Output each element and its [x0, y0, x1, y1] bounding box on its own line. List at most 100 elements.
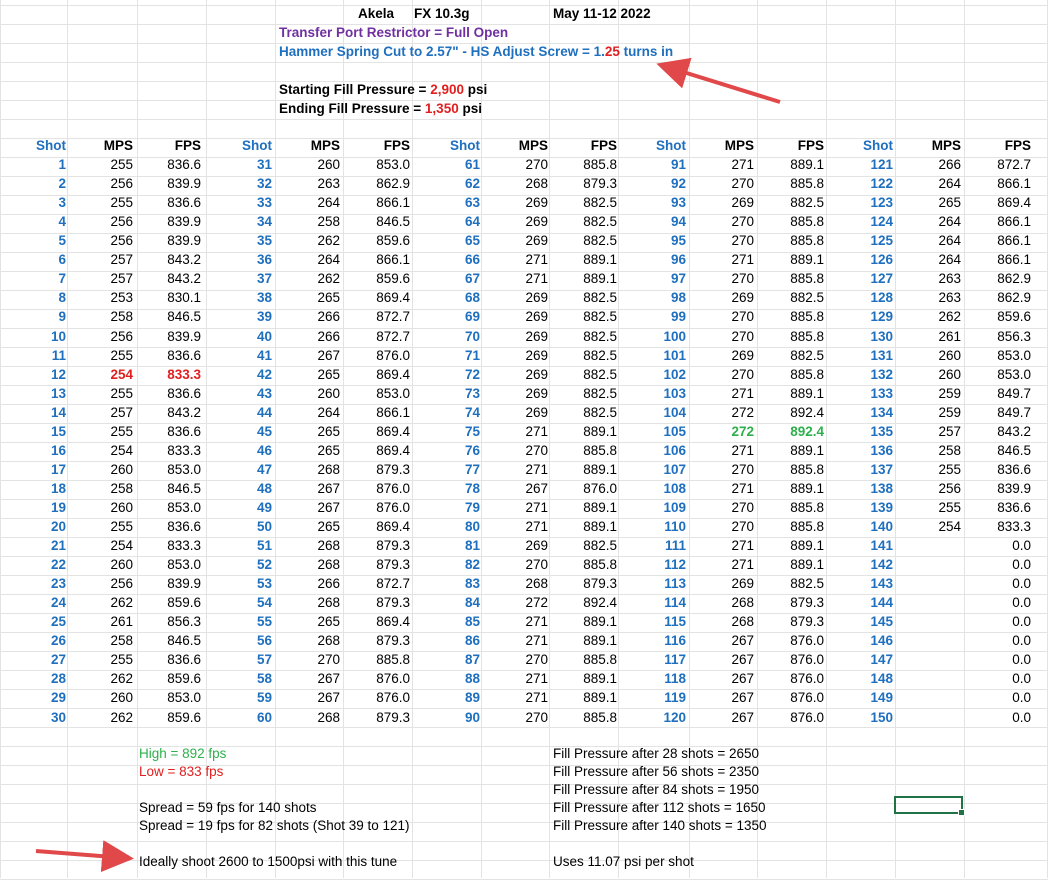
- shot-number-cell[interactable]: 77: [410, 460, 480, 479]
- fps-cell[interactable]: 853.0: [133, 688, 201, 707]
- shot-number-cell[interactable]: 140: [824, 517, 893, 536]
- shot-number-cell[interactable]: 87: [410, 650, 480, 669]
- shot-number-cell[interactable]: 95: [617, 231, 686, 250]
- fps-cell[interactable]: 853.0: [133, 555, 201, 574]
- fps-cell[interactable]: 0.0: [961, 612, 1031, 631]
- fps-cell[interactable]: 0.0: [961, 631, 1031, 650]
- mps-cell[interactable]: 271: [686, 479, 754, 498]
- fps-cell[interactable]: 879.3: [340, 593, 410, 612]
- shot-number-cell[interactable]: 59: [201, 688, 272, 707]
- shot-number-cell[interactable]: 66: [410, 250, 480, 269]
- mps-cell[interactable]: 271: [480, 688, 548, 707]
- fps-cell[interactable]: 885.8: [754, 231, 824, 250]
- fill-pressure-84[interactable]: Fill Pressure after 84 shots = 1950: [553, 780, 759, 799]
- shot-number-cell[interactable]: 79: [410, 498, 480, 517]
- mps-cell[interactable]: 265: [272, 365, 340, 384]
- shot-number-cell[interactable]: 112: [617, 555, 686, 574]
- fps-cell[interactable]: 833.3: [133, 441, 201, 460]
- mps-cell[interactable]: 269: [686, 346, 754, 365]
- mps-cell[interactable]: 259: [893, 384, 961, 403]
- fill-handle[interactable]: [958, 809, 965, 816]
- shot-number-cell[interactable]: 108: [617, 479, 686, 498]
- fps-cell[interactable]: 836.6: [133, 422, 201, 441]
- shot-number-cell[interactable]: 39: [201, 307, 272, 326]
- fps-cell[interactable]: 833.3: [133, 536, 201, 555]
- shot-number-cell[interactable]: 51: [201, 536, 272, 555]
- shot-header[interactable]: Shot: [617, 136, 686, 155]
- mps-cell[interactable]: [893, 574, 961, 593]
- fps-cell[interactable]: 892.4: [754, 422, 824, 441]
- mps-cell[interactable]: 270: [686, 498, 754, 517]
- mps-cell[interactable]: 258: [272, 212, 340, 231]
- shot-number-cell[interactable]: 35: [201, 231, 272, 250]
- shot-number-cell[interactable]: 144: [824, 593, 893, 612]
- mps-cell[interactable]: 271: [480, 612, 548, 631]
- shot-number-cell[interactable]: 40: [201, 327, 272, 346]
- shot-number-cell[interactable]: 100: [617, 327, 686, 346]
- fps-cell[interactable]: 879.3: [340, 460, 410, 479]
- shot-number-cell[interactable]: 107: [617, 460, 686, 479]
- shot-header[interactable]: Shot: [201, 136, 272, 155]
- mps-header[interactable]: MPS: [66, 136, 133, 155]
- shot-number-cell[interactable]: 75: [410, 422, 480, 441]
- fps-cell[interactable]: 885.8: [548, 155, 617, 174]
- shot-number-cell[interactable]: 2: [0, 174, 66, 193]
- test-date[interactable]: May 11-12 2022: [553, 4, 651, 23]
- shot-number-cell[interactable]: 80: [410, 517, 480, 536]
- mps-cell[interactable]: 269: [480, 384, 548, 403]
- mps-cell[interactable]: 262: [272, 231, 340, 250]
- shot-number-cell[interactable]: 21: [0, 536, 66, 555]
- fps-cell[interactable]: 889.1: [548, 269, 617, 288]
- fps-cell[interactable]: 843.2: [133, 403, 201, 422]
- mps-cell[interactable]: 264: [893, 250, 961, 269]
- fps-cell[interactable]: 846.5: [133, 631, 201, 650]
- fps-cell[interactable]: 889.1: [548, 669, 617, 688]
- shot-number-cell[interactable]: 13: [0, 384, 66, 403]
- shot-number-cell[interactable]: 146: [824, 631, 893, 650]
- mps-cell[interactable]: 267: [686, 669, 754, 688]
- fps-cell[interactable]: 885.8: [340, 650, 410, 669]
- fps-cell[interactable]: 839.9: [133, 212, 201, 231]
- mps-header[interactable]: MPS: [480, 136, 548, 155]
- shot-number-cell[interactable]: 104: [617, 403, 686, 422]
- fps-cell[interactable]: 859.6: [133, 708, 201, 727]
- mps-cell[interactable]: 268: [686, 593, 754, 612]
- mps-cell[interactable]: 264: [893, 212, 961, 231]
- mps-cell[interactable]: 264: [893, 174, 961, 193]
- shot-number-cell[interactable]: 127: [824, 269, 893, 288]
- shot-number-cell[interactable]: 98: [617, 288, 686, 307]
- shot-number-cell[interactable]: 132: [824, 365, 893, 384]
- shot-number-cell[interactable]: 43: [201, 384, 272, 403]
- starting-fill-pressure[interactable]: Starting Fill Pressure = 2,900 psi: [279, 80, 487, 99]
- mps-cell[interactable]: 262: [66, 669, 133, 688]
- mps-cell[interactable]: 265: [272, 517, 340, 536]
- shot-number-cell[interactable]: 133: [824, 384, 893, 403]
- mps-cell[interactable]: 264: [272, 193, 340, 212]
- fps-cell[interactable]: 0.0: [961, 574, 1031, 593]
- mps-cell[interactable]: 255: [66, 193, 133, 212]
- shot-header[interactable]: Shot: [824, 136, 893, 155]
- mps-cell[interactable]: 271: [480, 517, 548, 536]
- shot-number-cell[interactable]: 117: [617, 650, 686, 669]
- fps-cell[interactable]: 856.3: [961, 327, 1031, 346]
- mps-cell[interactable]: [893, 612, 961, 631]
- pellet-name[interactable]: FX 10.3g: [414, 4, 470, 23]
- fps-cell[interactable]: 885.8: [754, 269, 824, 288]
- shot-number-cell[interactable]: 148: [824, 669, 893, 688]
- fps-cell[interactable]: 885.8: [754, 517, 824, 536]
- fps-cell[interactable]: 869.4: [340, 441, 410, 460]
- mps-cell[interactable]: 260: [893, 365, 961, 384]
- fps-cell[interactable]: 836.6: [133, 517, 201, 536]
- mps-cell[interactable]: 254: [893, 517, 961, 536]
- mps-cell[interactable]: 270: [480, 555, 548, 574]
- fps-cell[interactable]: 876.0: [754, 650, 824, 669]
- shot-number-cell[interactable]: 134: [824, 403, 893, 422]
- shot-number-cell[interactable]: 42: [201, 365, 272, 384]
- mps-cell[interactable]: 271: [480, 631, 548, 650]
- fps-cell[interactable]: 882.5: [754, 193, 824, 212]
- shot-number-cell[interactable]: 126: [824, 250, 893, 269]
- shot-number-cell[interactable]: 147: [824, 650, 893, 669]
- mps-cell[interactable]: 269: [480, 536, 548, 555]
- mps-cell[interactable]: 271: [480, 669, 548, 688]
- mps-cell[interactable]: 256: [66, 231, 133, 250]
